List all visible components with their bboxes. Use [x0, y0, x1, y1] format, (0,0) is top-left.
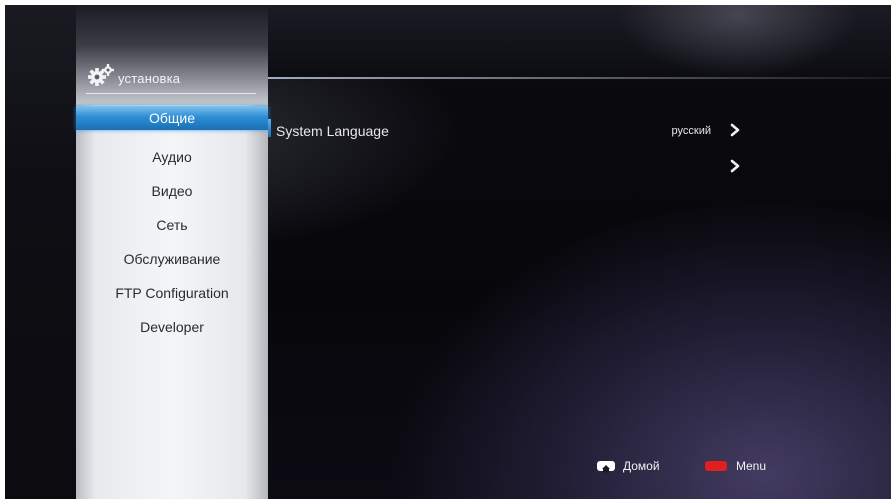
red-key-icon [705, 461, 727, 471]
gear-icon [88, 64, 114, 86]
sidebar-title: установка [118, 71, 181, 86]
sidebar-header-divider [86, 93, 256, 94]
settings-sidebar: установка Общие Аудио Видео Сеть Обслужи… [76, 5, 268, 499]
menu-item-network[interactable]: Сеть [76, 208, 268, 242]
sidebar-header: установка [76, 5, 268, 105]
setting-value: русский [671, 125, 711, 137]
menu-item-developer[interactable]: Developer [76, 310, 268, 344]
tv-settings-screen: установка Общие Аудио Видео Сеть Обслужи… [5, 5, 891, 499]
home-hint[interactable]: Домой [593, 457, 683, 477]
settings-menu: Общие Аудио Видео Сеть Обслуживание FTP … [76, 106, 268, 344]
menu-hint[interactable]: Menu [701, 457, 791, 477]
chevron-right-icon [730, 123, 740, 137]
menu-item-ftp-configuration[interactable]: FTP Configuration [76, 276, 268, 310]
menu-item-audio[interactable]: Аудио [76, 140, 268, 174]
settings-content: System Language русский [268, 115, 891, 195]
home-hint-label: Домой [623, 459, 660, 473]
top-banner [268, 5, 891, 79]
menu-item-video[interactable]: Видео [76, 174, 268, 208]
top-banner-divider [268, 77, 891, 79]
setting-label: System Language [276, 123, 389, 139]
footer-hints: Домой Menu [593, 457, 793, 477]
setting-row-system-language[interactable]: System Language русский [268, 119, 891, 143]
menu-item-general[interactable]: Общие [76, 106, 268, 130]
menu-hint-label: Menu [736, 459, 767, 473]
home-icon [597, 461, 615, 473]
chevron-right-icon [730, 159, 740, 173]
left-backdrop [5, 5, 76, 499]
setting-row-unnamed[interactable] [268, 155, 891, 179]
menu-item-maintenance[interactable]: Обслуживание [76, 242, 268, 276]
